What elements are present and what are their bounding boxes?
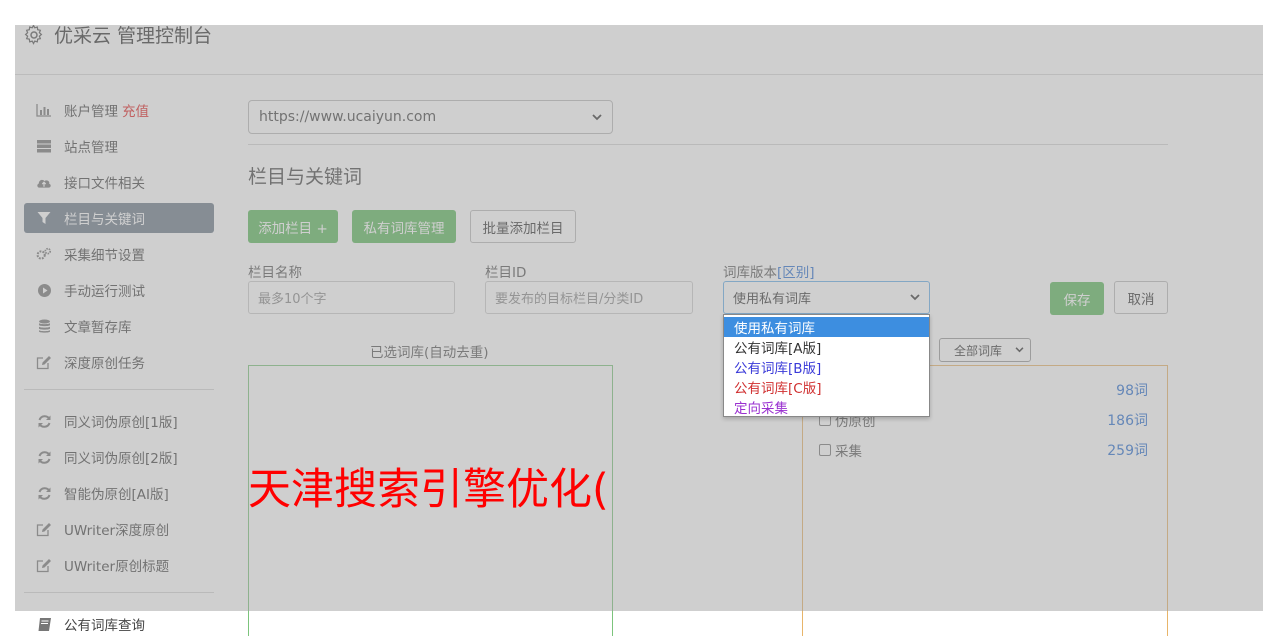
watermark-text: 天津搜索引擎优化( bbox=[248, 465, 609, 515]
dropdown-option[interactable]: 定向采集 bbox=[724, 397, 929, 417]
sidebar-item-label: 公有词库查询 bbox=[64, 618, 145, 634]
modal-overlay[interactable] bbox=[15, 25, 1263, 611]
book-icon bbox=[36, 616, 52, 632]
dropdown-option[interactable]: 使用私有词库 bbox=[724, 317, 929, 337]
dropdown-option[interactable]: 公有词库[B版] bbox=[724, 357, 929, 377]
dropdown-option[interactable]: 公有词库[A版] bbox=[724, 337, 929, 357]
dropdown-option[interactable]: 公有词库[C版] bbox=[724, 377, 929, 397]
sidebar-item[interactable]: 公有词库查询 bbox=[24, 609, 214, 636]
version-dropdown-list: 使用私有词库 公有词库[A版] 公有词库[B版] 公有词库[C版] 定向采集 bbox=[723, 314, 930, 417]
